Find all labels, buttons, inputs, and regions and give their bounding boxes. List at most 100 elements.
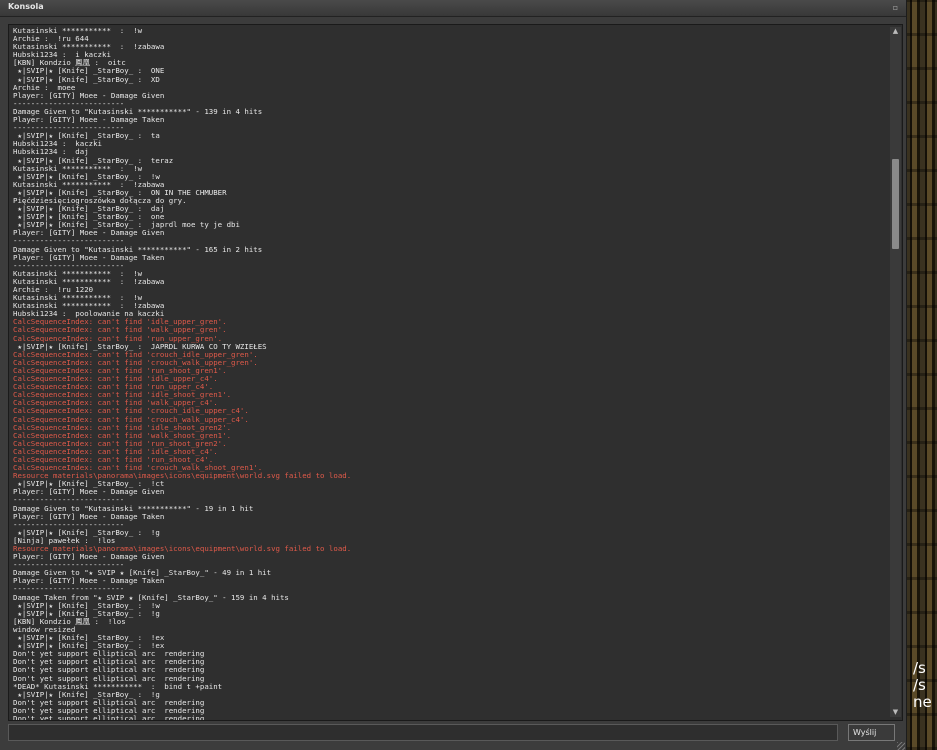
title-bar[interactable]: Konsola ▫: [0, 0, 906, 17]
log-line-error: CalcSequenceIndex: can't find 'crouch_wa…: [13, 358, 258, 367]
log-line: ★|SVIP|★ [Knife] _StarBoy_ : JAPRDL KURW…: [13, 342, 267, 351]
console-log-panel[interactable]: Kutasinski *********** : !w Archie : !ru …: [8, 24, 903, 721]
log-line: [KBN] Kondzio 鳳凰 : !los: [13, 617, 126, 626]
log-line: *DEAD* Kutasinski *********** : bind t +…: [13, 682, 223, 691]
log-line: Don't yet support elliptical arc renderi…: [13, 698, 205, 707]
log-line-error: Resource materials\panorama\images\icons…: [13, 472, 352, 481]
log-line: ★|SVIP|★ [Knife] _StarBoy_ : !g: [13, 690, 160, 699]
log-line: Kutasinski *********** : !zabawa: [13, 43, 165, 52]
log-line-error: CalcSequenceIndex: can't find 'run_shoot…: [13, 439, 227, 448]
log-line: Don't yet support elliptical arc renderi…: [13, 666, 205, 675]
log-line: Player: [GITY] Moee - Damage Taken: [13, 512, 165, 521]
log-line: Hubski1234 : poolowanie na kaczki: [13, 310, 165, 319]
log-line: Kutasinski *********** : !w: [13, 294, 143, 303]
log-line: Don't yet support elliptical arc renderi…: [13, 714, 205, 721]
log-line: -------------------------: [13, 561, 125, 570]
log-line-error: CalcSequenceIndex: can't find 'run_upper…: [13, 334, 223, 343]
log-line-error: CalcSequenceIndex: can't find 'crouch_wa…: [13, 415, 249, 424]
log-line-error: CalcSequenceIndex: can't find 'crouch_wa…: [13, 464, 263, 473]
log-line: Archie : !ru 644: [13, 35, 89, 44]
scroll-up-arrow-icon[interactable]: ▲: [890, 27, 901, 36]
scroll-down-arrow-icon[interactable]: ▼: [890, 708, 901, 717]
log-line-error: CalcSequenceIndex: can't find 'crouch_id…: [13, 350, 258, 359]
log-line: Kutasinski *********** : !zabawa: [13, 302, 165, 311]
log-line-error: CalcSequenceIndex: can't find 'idle_shoo…: [13, 423, 232, 432]
log-line: Pięćdziesięciogroszówka dołącza do gry.: [13, 196, 187, 205]
log-line: Don't yet support elliptical arc renderi…: [13, 650, 205, 659]
game-chat-line: /s: [913, 676, 926, 694]
log-line: ★|SVIP|★ [Knife] _StarBoy_ : ON IN THE C…: [13, 188, 227, 197]
log-line: Player: [GITY] Moee - Damage Given: [13, 229, 165, 238]
log-line: ★|SVIP|★ [Knife] _StarBoy_ : !ex: [13, 634, 165, 643]
log-line: Don't yet support elliptical arc renderi…: [13, 674, 205, 683]
log-line: ★|SVIP|★ [Knife] _StarBoy_ : ONE: [13, 67, 165, 76]
game-background: [905, 0, 937, 750]
log-line-error: CalcSequenceIndex: can't find 'idle_shoo…: [13, 447, 218, 456]
log-line: ★|SVIP|★ [Knife] _StarBoy_ : !ct: [13, 480, 165, 489]
log-line: -------------------------: [13, 237, 125, 246]
log-line: ★|SVIP|★ [Knife] _StarBoy_ : teraz: [13, 156, 174, 165]
log-line: Damage Given to "Kutasinski ***********"…: [13, 504, 254, 513]
log-line: ★|SVIP|★ [Knife] _StarBoy_ : ta: [13, 132, 160, 141]
log-line: ★|SVIP|★ [Knife] _StarBoy_ : XD: [13, 75, 160, 84]
resize-grip[interactable]: [897, 742, 905, 750]
console-window: Konsola ▫ Kutasinski *********** : !w Arc…: [0, 0, 907, 750]
log-line-error: CalcSequenceIndex: can't find 'crouch_id…: [13, 407, 249, 416]
log-line: Archie : moee: [13, 83, 76, 92]
log-line: Hubski1234 : kaczki: [13, 140, 102, 149]
log-line: ★|SVIP|★ [Knife] _StarBoy_ : japrdl moe …: [13, 221, 240, 230]
log-line-error: CalcSequenceIndex: can't find 'run_upper…: [13, 383, 214, 392]
log-line: Player: [GITY] Moee - Damage Given: [13, 488, 165, 497]
log-line: Player: [GITY] Moee - Damage Taken: [13, 116, 165, 125]
log-line: Kutasinski *********** : !w: [13, 164, 143, 173]
log-line: Player: [GITY] Moee - Damage Given: [13, 553, 165, 562]
command-input[interactable]: [8, 724, 838, 741]
log-line-error: CalcSequenceIndex: can't find 'walk_uppe…: [13, 326, 227, 335]
log-line: Damage Given to "★ SVIP ★ [Knife] _StarB…: [13, 569, 272, 578]
log-line-error: CalcSequenceIndex: can't find 'walk_uppe…: [13, 399, 218, 408]
log-line-error: CalcSequenceIndex: can't find 'idle_uppe…: [13, 318, 227, 327]
log-line: -------------------------: [13, 520, 125, 529]
log-line: Archie : !ru 1220: [13, 286, 94, 294]
close-icon[interactable]: ▫: [891, 3, 900, 12]
log-line: Player: [GITY] Moee - Damage Taken: [13, 253, 165, 262]
log-line: Damage Given to "Kutasinski ***********"…: [13, 245, 263, 254]
log-line: window resized: [13, 625, 76, 634]
log-line: Damage Given to "Kutasinski ***********"…: [13, 107, 263, 116]
scrollbar[interactable]: ▲ ▼: [890, 27, 901, 717]
log-line: [KBN] Kondzio 鳳凰 : oitc: [13, 59, 126, 68]
log-line: -------------------------: [13, 99, 125, 108]
console-log: Kutasinski *********** : !w Archie : !ru …: [13, 27, 883, 721]
log-line: [Ninja] pawełek : !los: [13, 536, 116, 545]
log-line: Hubski1234 : daj: [13, 148, 89, 157]
log-line: -------------------------: [13, 585, 125, 594]
log-line: Hubski1234 : i kaczki: [13, 51, 111, 60]
game-chat-line: /s: [913, 660, 926, 677]
log-line: -------------------------: [13, 124, 125, 133]
scrollbar-thumb[interactable]: [892, 159, 899, 249]
submit-button[interactable]: Wyślij: [848, 724, 895, 741]
log-line-error: CalcSequenceIndex: can't find 'idle_uppe…: [13, 375, 218, 384]
log-line-error: CalcSequenceIndex: can't find 'walk_shoo…: [13, 431, 232, 440]
log-line: -------------------------: [13, 261, 125, 270]
log-line: ★|SVIP|★ [Knife] _StarBoy_ : daj: [13, 205, 165, 214]
log-line: Don't yet support elliptical arc renderi…: [13, 658, 205, 667]
log-line: -------------------------: [13, 496, 125, 505]
log-line: ★|SVIP|★ [Knife] _StarBoy_ : !w: [13, 601, 160, 610]
log-line-error: CalcSequenceIndex: can't find 'idle_shoo…: [13, 391, 232, 400]
log-line: Don't yet support elliptical arc renderi…: [13, 706, 205, 715]
log-line-error: CalcSequenceIndex: can't find 'run_shoot…: [13, 366, 227, 375]
log-line: Kutasinski *********** : !w: [13, 27, 143, 35]
log-line: ★|SVIP|★ [Knife] _StarBoy_ : !g: [13, 609, 160, 618]
log-line: ★|SVIP|★ [Knife] _StarBoy_ : !ex: [13, 642, 165, 651]
window-title: Konsola: [8, 2, 44, 11]
log-line: ★|SVIP|★ [Knife] _StarBoy_ : one: [13, 213, 165, 222]
log-line: ★|SVIP|★ [Knife] _StarBoy_ : !g: [13, 528, 160, 537]
log-line: Damage Taken from "★ SVIP ★ [Knife] _Sta…: [13, 593, 289, 602]
log-line: Kutasinski *********** : !zabawa: [13, 180, 165, 189]
game-chat-overlay: /s/s ne: [913, 660, 937, 711]
log-line-error: CalcSequenceIndex: can't find 'run_shoot…: [13, 455, 214, 464]
log-line: Kutasinski *********** : !zabawa: [13, 277, 165, 286]
log-line: ★|SVIP|★ [Knife] _StarBoy_ : !w: [13, 172, 160, 181]
log-line: Player: [GITY] Moee - Damage Taken: [13, 577, 165, 586]
